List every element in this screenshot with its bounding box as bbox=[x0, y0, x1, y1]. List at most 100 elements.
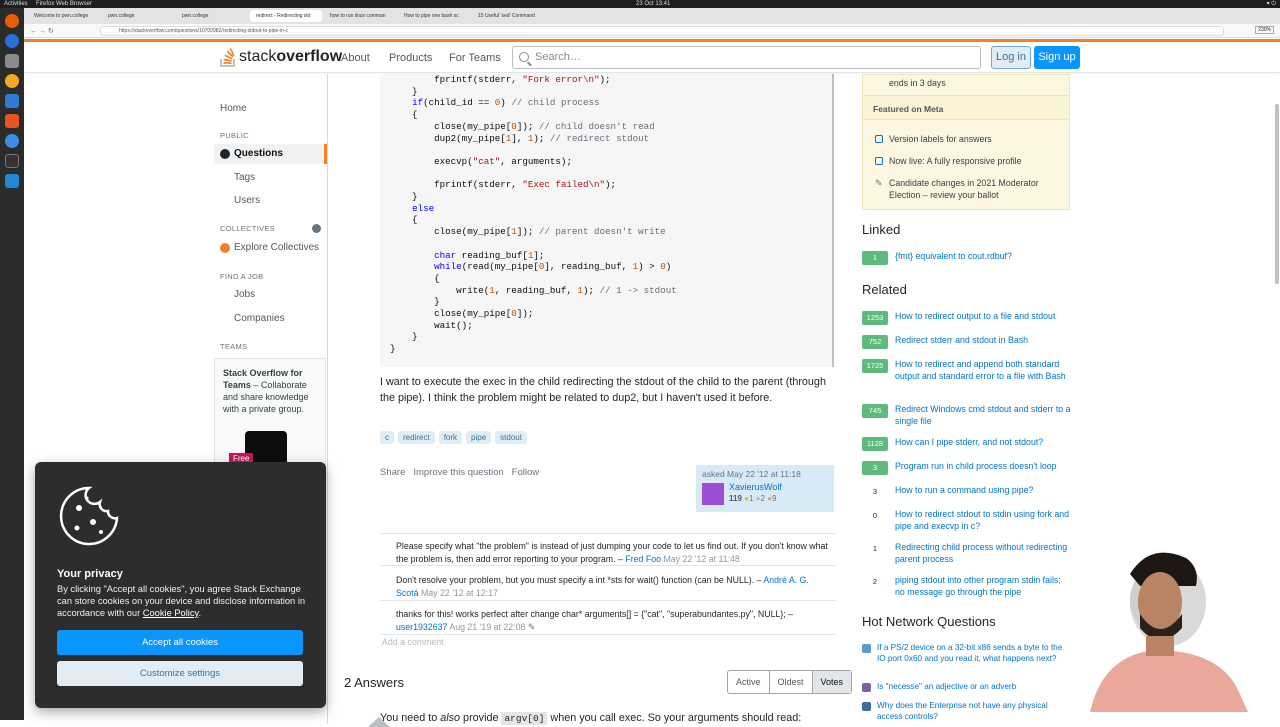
share-link[interactable]: Share bbox=[380, 467, 405, 478]
code-line: { bbox=[390, 272, 440, 284]
comment-text: Please specify what "the problem" is ins… bbox=[396, 541, 828, 564]
nav-jobs[interactable]: Jobs bbox=[234, 289, 255, 300]
comment: Don't resolve your problem, but you must… bbox=[396, 574, 832, 599]
meta-item[interactable]: Version labels for answers bbox=[889, 134, 1059, 146]
score-badge: 745 bbox=[862, 404, 888, 418]
nav-home[interactable]: Home bbox=[220, 103, 247, 114]
related-link[interactable]: Redirect stderr and stdout in Bash bbox=[895, 335, 1071, 347]
about-link[interactable]: About bbox=[341, 52, 370, 64]
silver-count: 2 bbox=[760, 494, 765, 503]
tab[interactable]: how to run linux comman bbox=[324, 10, 396, 22]
tab[interactable]: pwn.college bbox=[176, 10, 248, 22]
upvote-icon[interactable] bbox=[368, 717, 390, 727]
firefox-icon[interactable] bbox=[5, 14, 19, 28]
comment-user[interactable]: Fred Foo bbox=[625, 554, 661, 564]
cookie-policy-link[interactable]: Cookie Policy bbox=[143, 608, 199, 618]
terminal-icon[interactable] bbox=[5, 154, 19, 168]
search-input[interactable]: Search… bbox=[512, 46, 981, 69]
tab[interactable]: How to pipe one bash sc bbox=[398, 10, 470, 22]
sort-active[interactable]: Active bbox=[728, 671, 769, 693]
related-link[interactable]: How to redirect output to a file and std… bbox=[895, 311, 1071, 323]
edit-icon[interactable]: ✎ bbox=[528, 622, 535, 632]
nav-questions[interactable]: Questions bbox=[214, 144, 327, 164]
related-link[interactable]: Redirect Windows cmd stdout and stderr t… bbox=[895, 404, 1071, 427]
hot-question-link[interactable]: Is "necesse" an adjective or an adverb bbox=[877, 682, 1072, 693]
help-icon[interactable] bbox=[5, 134, 19, 148]
code-line: else bbox=[412, 202, 435, 214]
page-scrollbar[interactable] bbox=[1275, 104, 1279, 284]
divider bbox=[380, 634, 836, 635]
login-button[interactable]: Log in bbox=[991, 46, 1031, 69]
related-link[interactable]: piping stdout into other program stdin f… bbox=[895, 575, 1071, 598]
vscode-icon[interactable] bbox=[5, 174, 19, 188]
related-link[interactable]: How can I pipe stderr, and not stdout? bbox=[895, 437, 1071, 449]
nav-users[interactable]: Users bbox=[234, 195, 260, 206]
cookie-icon bbox=[59, 486, 119, 546]
related-link[interactable]: How to redirect stdout to stdin using fo… bbox=[895, 509, 1071, 532]
hot-question-link[interactable]: Why does the Enterprise not have any phy… bbox=[877, 701, 1072, 722]
stackoverflow-logo[interactable]: stack overflow bbox=[220, 47, 342, 67]
tag-c[interactable]: c bbox=[380, 431, 394, 444]
files-icon[interactable] bbox=[5, 54, 19, 68]
score-badge: 1128 bbox=[862, 437, 888, 451]
related-link[interactable]: How to redirect and append both standard… bbox=[895, 359, 1071, 382]
activities-button[interactable]: Activities bbox=[4, 0, 28, 8]
tab-active[interactable]: redirect - Redirecting std bbox=[250, 10, 322, 22]
score-badge: 752 bbox=[862, 335, 888, 349]
comment-text: Don't resolve your problem, but you must… bbox=[396, 575, 764, 585]
meta-item[interactable]: Candidate changes in 2021 Moderator Elec… bbox=[889, 178, 1059, 201]
nav-tags[interactable]: Tags bbox=[234, 172, 255, 183]
code-line: execvp("cat", arguments); bbox=[390, 155, 572, 167]
url-field[interactable]: https://stackoverflow.com/questions/1070… bbox=[100, 25, 1224, 36]
info-icon[interactable] bbox=[312, 224, 321, 233]
tag-redirect[interactable]: redirect bbox=[398, 431, 435, 444]
tab[interactable]: 15 Useful 'sed' Command bbox=[472, 10, 544, 22]
hot-question-link[interactable]: If a PS/2 device on a 32-bit x86 sends a… bbox=[877, 643, 1072, 664]
answer-emphasis: also bbox=[440, 712, 461, 724]
question-body: I want to execute the exec in the child … bbox=[380, 376, 826, 404]
avatar[interactable] bbox=[702, 483, 724, 505]
zoom-level[interactable]: 230% bbox=[1255, 26, 1274, 34]
system-tray-icons[interactable]: ▾ ⏻ bbox=[1267, 0, 1276, 8]
owner-name[interactable]: XavierusWolf bbox=[729, 482, 782, 492]
code-line: fprintf(stderr, "Exec failed\n"); bbox=[390, 179, 617, 191]
linked-link[interactable]: {fmt} equivalent to cout.rdbuf? bbox=[895, 251, 1071, 263]
comment-user[interactable]: user1932637 bbox=[396, 622, 447, 632]
related-link[interactable]: Program run in child process doesn't loo… bbox=[895, 461, 1071, 473]
nav-companies[interactable]: Companies bbox=[234, 313, 285, 324]
follow-link[interactable]: Follow bbox=[512, 467, 539, 478]
thunderbird-icon[interactable] bbox=[5, 34, 19, 48]
customize-settings-button[interactable]: Customize settings bbox=[57, 661, 303, 686]
meta-item[interactable]: Now live: A fully responsive profile bbox=[889, 156, 1059, 168]
add-comment-link[interactable]: Add a comment bbox=[382, 637, 444, 647]
tab[interactable]: pwn.college bbox=[102, 10, 174, 22]
divider bbox=[380, 565, 836, 566]
site-header: stack overflow About Products For Teams S… bbox=[24, 39, 1280, 73]
tab[interactable]: Welcome to pwn.college bbox=[28, 10, 100, 22]
tag-fork[interactable]: fork bbox=[438, 431, 463, 444]
score-badge: 1 bbox=[872, 544, 878, 553]
tag-stdout[interactable]: stdout bbox=[495, 431, 527, 444]
sort-votes[interactable]: Votes bbox=[811, 671, 852, 693]
accept-cookies-button[interactable]: Accept all cookies bbox=[57, 630, 303, 655]
rhythmbox-icon[interactable] bbox=[5, 74, 19, 88]
system-clock[interactable]: 23 Oct 13:41 bbox=[636, 0, 670, 8]
related-link[interactable]: Redirecting child process without redire… bbox=[895, 542, 1071, 565]
for-teams-link[interactable]: For Teams bbox=[449, 52, 501, 64]
tag-pipe[interactable]: pipe bbox=[466, 431, 492, 444]
sort-oldest[interactable]: Oldest bbox=[768, 671, 812, 693]
code-line: } bbox=[390, 85, 418, 97]
collectives-icon bbox=[220, 243, 230, 253]
products-link[interactable]: Products bbox=[389, 52, 432, 64]
improve-link[interactable]: Improve this question bbox=[413, 467, 503, 478]
back-forward-reload-icons[interactable]: ← → ↻ bbox=[24, 27, 104, 35]
writer-icon[interactable] bbox=[5, 94, 19, 108]
comment-list: Please specify what "the problem" is ins… bbox=[380, 533, 836, 635]
system-topbar: Activities Firefox Web Browser 23 Oct 13… bbox=[0, 0, 1280, 8]
signup-button[interactable]: Sign up bbox=[1034, 46, 1080, 69]
score-badge: 1253 bbox=[862, 311, 888, 325]
nav-explore-collectives[interactable]: Explore Collectives bbox=[234, 242, 319, 253]
software-icon[interactable] bbox=[5, 114, 19, 128]
related-link[interactable]: How to run a command using pipe? bbox=[895, 485, 1071, 497]
search-placeholder: Search… bbox=[535, 51, 581, 63]
